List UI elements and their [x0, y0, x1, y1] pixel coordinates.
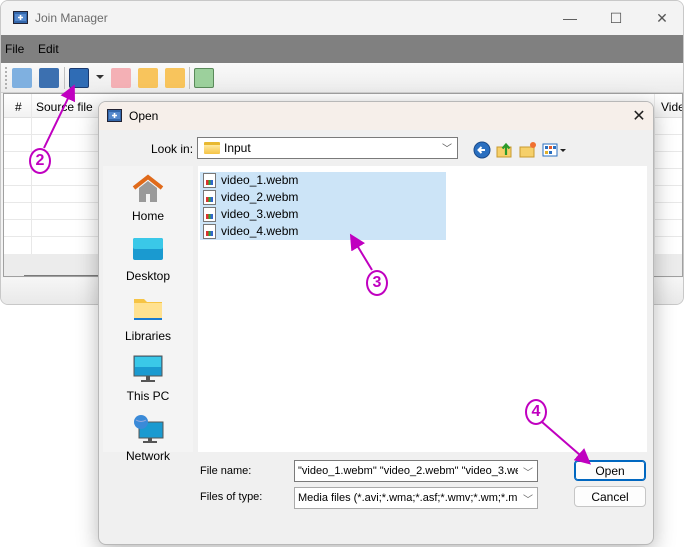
media-file-icon: [203, 190, 216, 205]
column-divider: [654, 94, 655, 254]
new-list-button[interactable]: [12, 68, 32, 88]
file-name: video_2.webm: [221, 190, 299, 204]
this-pc-icon: [133, 355, 163, 382]
cancel-button[interactable]: Cancel: [574, 486, 646, 507]
title-bar: Join Manager — ☐ ✕: [1, 1, 683, 35]
file-item[interactable]: video_4.webm: [200, 223, 446, 240]
files-of-type-value: Media files (*.avi;*.wma;*.asf;*.wmv;*.w…: [298, 492, 518, 504]
place-label: Network: [125, 449, 170, 463]
folder-icon: [204, 142, 220, 154]
file-item[interactable]: video_3.webm: [200, 206, 446, 223]
column-divider: [31, 94, 32, 254]
place-libraries[interactable]: Libraries: [103, 294, 193, 343]
chevron-down-icon: ﹀: [442, 144, 452, 155]
annotation-callout-3: 3: [366, 270, 388, 296]
join-video-button[interactable]: [194, 68, 214, 88]
dialog-title: Open: [129, 109, 159, 123]
dialog-app-icon: [107, 109, 122, 122]
close-button[interactable]: ✕: [639, 1, 683, 35]
place-home[interactable]: Home: [103, 174, 193, 223]
window-title: Join Manager: [35, 11, 108, 25]
view-menu-icon[interactable]: [542, 141, 568, 159]
close-icon: ✕: [656, 9, 668, 26]
minimize-button[interactable]: —: [547, 1, 593, 35]
maximize-button[interactable]: ☐: [593, 1, 639, 35]
toolbar-separator: [64, 67, 65, 89]
file-name: video_1.webm: [221, 173, 299, 187]
file-name-value: "video_1.webm" "video_2.webm" "video_3.w…: [298, 465, 518, 477]
annotation-callout-2: 2: [29, 148, 51, 174]
libraries-icon: [134, 299, 162, 320]
home-icon: [132, 174, 164, 202]
annotation-callout-4: 4: [525, 399, 547, 425]
media-file-icon: [203, 173, 216, 188]
places-bar: Home Desktop Libraries This PC Network: [103, 166, 193, 463]
toolbar-separator: [189, 67, 190, 89]
file-name-input[interactable]: "video_1.webm" "video_2.webm" "video_3.w…: [294, 460, 538, 482]
files-of-type-select[interactable]: Media files (*.avi;*.wma;*.asf;*.wmv;*.w…: [294, 487, 538, 509]
dialog-title-bar: Open ✕: [99, 102, 653, 130]
file-name: video_4.webm: [221, 224, 299, 238]
move-up-button[interactable]: [138, 68, 158, 88]
new-folder-icon[interactable]: [519, 141, 537, 159]
move-down-button[interactable]: [165, 68, 185, 88]
maximize-icon: ☐: [609, 9, 623, 26]
place-label: Desktop: [125, 269, 171, 283]
dialog-close-button[interactable]: ✕: [629, 106, 649, 126]
file-item[interactable]: video_2.webm: [200, 189, 446, 206]
column-header-video[interactable]: Video: [661, 100, 682, 114]
close-icon: ✕: [632, 108, 646, 125]
place-label: Libraries: [124, 329, 172, 343]
column-header-source-file[interactable]: Source file: [36, 100, 93, 114]
desktop-icon: [133, 238, 163, 260]
media-file-icon: [203, 207, 216, 222]
network-icon: [134, 415, 164, 443]
file-item[interactable]: video_1.webm: [200, 172, 446, 189]
menu-edit[interactable]: Edit: [38, 42, 59, 56]
place-desktop[interactable]: Desktop: [103, 234, 193, 283]
media-file-icon: [203, 224, 216, 239]
chevron-down-icon[interactable]: ﹀: [523, 464, 533, 479]
app-icon: [13, 11, 28, 24]
open-dialog: Open ✕ Look in: Input ﹀ Home Desktop Lib…: [98, 101, 654, 545]
column-header-number[interactable]: #: [15, 100, 22, 114]
place-label: This PC: [126, 389, 170, 403]
open-folder-button[interactable]: [39, 68, 59, 88]
open-button[interactable]: Open: [574, 460, 646, 481]
chevron-down-icon[interactable]: ﹀: [523, 491, 533, 506]
menu-file[interactable]: File: [5, 42, 24, 56]
files-of-type-label: Files of type:: [200, 491, 263, 503]
remove-button[interactable]: [111, 68, 131, 88]
up-folder-icon[interactable]: [496, 141, 514, 159]
menu-bar: [1, 35, 683, 63]
look-in-dropdown[interactable]: Input ﹀: [197, 137, 458, 159]
back-icon[interactable]: [473, 141, 491, 159]
add-files-dropdown-icon[interactable]: [96, 75, 104, 79]
look-in-label: Look in:: [151, 142, 194, 156]
place-label: Home: [131, 209, 164, 223]
add-files-button[interactable]: [69, 68, 89, 88]
file-list[interactable]: video_1.webm video_2.webm video_3.webm v…: [198, 166, 647, 452]
place-network[interactable]: Network: [103, 414, 193, 463]
file-name: video_3.webm: [221, 207, 299, 221]
look-in-value: Input: [224, 141, 251, 155]
place-this-pc[interactable]: This PC: [103, 354, 193, 403]
file-name-label: File name:: [200, 465, 252, 477]
toolbar-grip[interactable]: [5, 67, 7, 89]
minimize-icon: —: [563, 10, 577, 26]
